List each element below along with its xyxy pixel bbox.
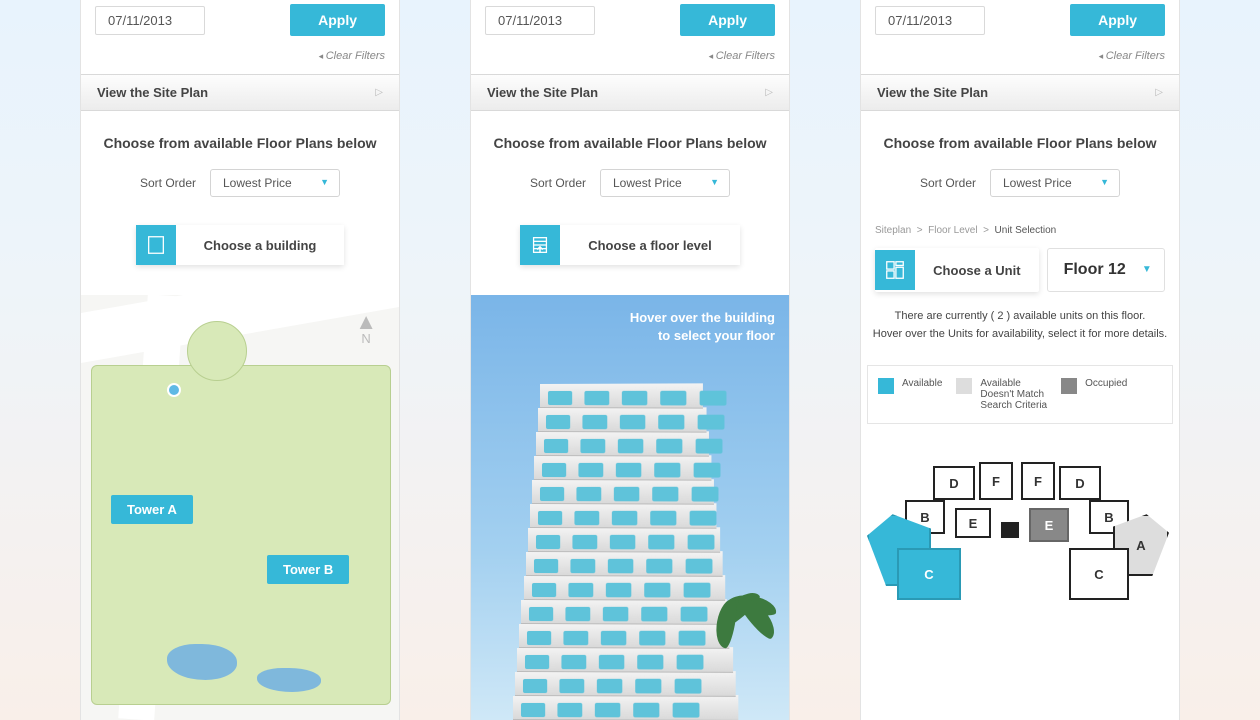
unit-c-right[interactable]: C: [1069, 548, 1129, 600]
chevron-right-icon: ▷: [375, 87, 383, 98]
building-image[interactable]: Hover over the buildingto select your fl…: [471, 295, 789, 720]
choose-building-card[interactable]: Choose a building: [136, 225, 345, 265]
sort-select[interactable]: Lowest Price: [210, 169, 340, 197]
crumb-unitselection: Unit Selection: [995, 225, 1057, 236]
panel-floorlevel: Apply Clear Filters View the Site Plan ▷…: [470, 0, 790, 720]
unit-d-right[interactable]: D: [1059, 466, 1101, 500]
breadcrumb: Siteplan > Floor Level > Unit Selection: [861, 225, 1179, 248]
sort-label: Sort Order: [140, 176, 196, 190]
sort-row: Sort Order Lowest Price: [81, 169, 399, 225]
accordion-siteplan[interactable]: View the Site Plan ▷: [471, 74, 789, 111]
panel-unitselection: Apply Clear Filters View the Site Plan ▷…: [860, 0, 1180, 720]
choose-building-label: Choose a building: [176, 225, 345, 265]
tower-a-button[interactable]: Tower A: [111, 495, 193, 524]
hover-instruction: Hover over the buildingto select your fl…: [630, 309, 775, 345]
swatch-available: [878, 378, 894, 394]
apply-button[interactable]: Apply: [1070, 4, 1165, 36]
map-marker: [167, 383, 181, 397]
building-icon: [136, 225, 176, 265]
chevron-right-icon: ▷: [765, 87, 773, 98]
availability-text: There are currently ( 2 ) available unit…: [861, 308, 1179, 365]
unit-f-left[interactable]: F: [979, 462, 1013, 500]
unit-icon: [875, 250, 915, 290]
accordion-title: View the Site Plan: [97, 85, 208, 100]
date-input[interactable]: [95, 6, 205, 35]
panel-siteplan: Apply Clear Filters View the Site Plan ▷…: [80, 0, 400, 720]
filter-row: Apply: [81, 0, 399, 42]
crumb-floorlevel[interactable]: Floor Level: [928, 225, 977, 236]
swatch-occupied: [1061, 378, 1077, 394]
floorplate: D F B E C F D E B A C: [861, 448, 1179, 678]
accordion-siteplan[interactable]: View the Site Plan ▷: [861, 74, 1179, 111]
floor-icon: [520, 225, 560, 265]
choose-heading: Choose from available Floor Plans below: [81, 111, 399, 169]
apply-button[interactable]: Apply: [680, 4, 775, 36]
swatch-partial: [956, 378, 972, 394]
unit-e-left[interactable]: E: [955, 508, 991, 538]
tower-b-button[interactable]: Tower B: [267, 555, 349, 584]
siteplan-map[interactable]: ▲N Tower A Tower B: [81, 295, 399, 720]
date-input[interactable]: [485, 6, 595, 35]
sort-select[interactable]: Lowest Price: [990, 169, 1120, 197]
chevron-right-icon: ▷: [1155, 87, 1163, 98]
clear-filters-link[interactable]: Clear Filters: [319, 50, 385, 62]
sort-select[interactable]: Lowest Price: [600, 169, 730, 197]
apply-button[interactable]: Apply: [290, 4, 385, 36]
choose-floor-card[interactable]: Choose a floor level: [520, 225, 740, 265]
choose-unit-card[interactable]: Choose a Unit: [875, 248, 1038, 292]
unit-d-left[interactable]: D: [933, 466, 975, 500]
clear-filters-link[interactable]: Clear Filters: [1099, 50, 1165, 62]
unit-c-left[interactable]: C: [897, 548, 961, 600]
clear-filters-link[interactable]: Clear Filters: [709, 50, 775, 62]
legend: Available Available Doesn't Match Search…: [867, 365, 1173, 424]
unit-f-right[interactable]: F: [1021, 462, 1055, 500]
accordion-siteplan[interactable]: View the Site Plan ▷: [81, 74, 399, 111]
core: [1001, 522, 1019, 538]
palm-icon: [693, 590, 783, 720]
compass-icon: ▲N: [355, 313, 377, 346]
crumb-siteplan[interactable]: Siteplan: [875, 225, 911, 236]
date-input[interactable]: [875, 6, 985, 35]
unit-e-right[interactable]: E: [1029, 508, 1069, 542]
floor-select[interactable]: Floor 12: [1047, 248, 1165, 292]
tower-graphic: /*floors drawn below via JS*/: [513, 380, 723, 720]
